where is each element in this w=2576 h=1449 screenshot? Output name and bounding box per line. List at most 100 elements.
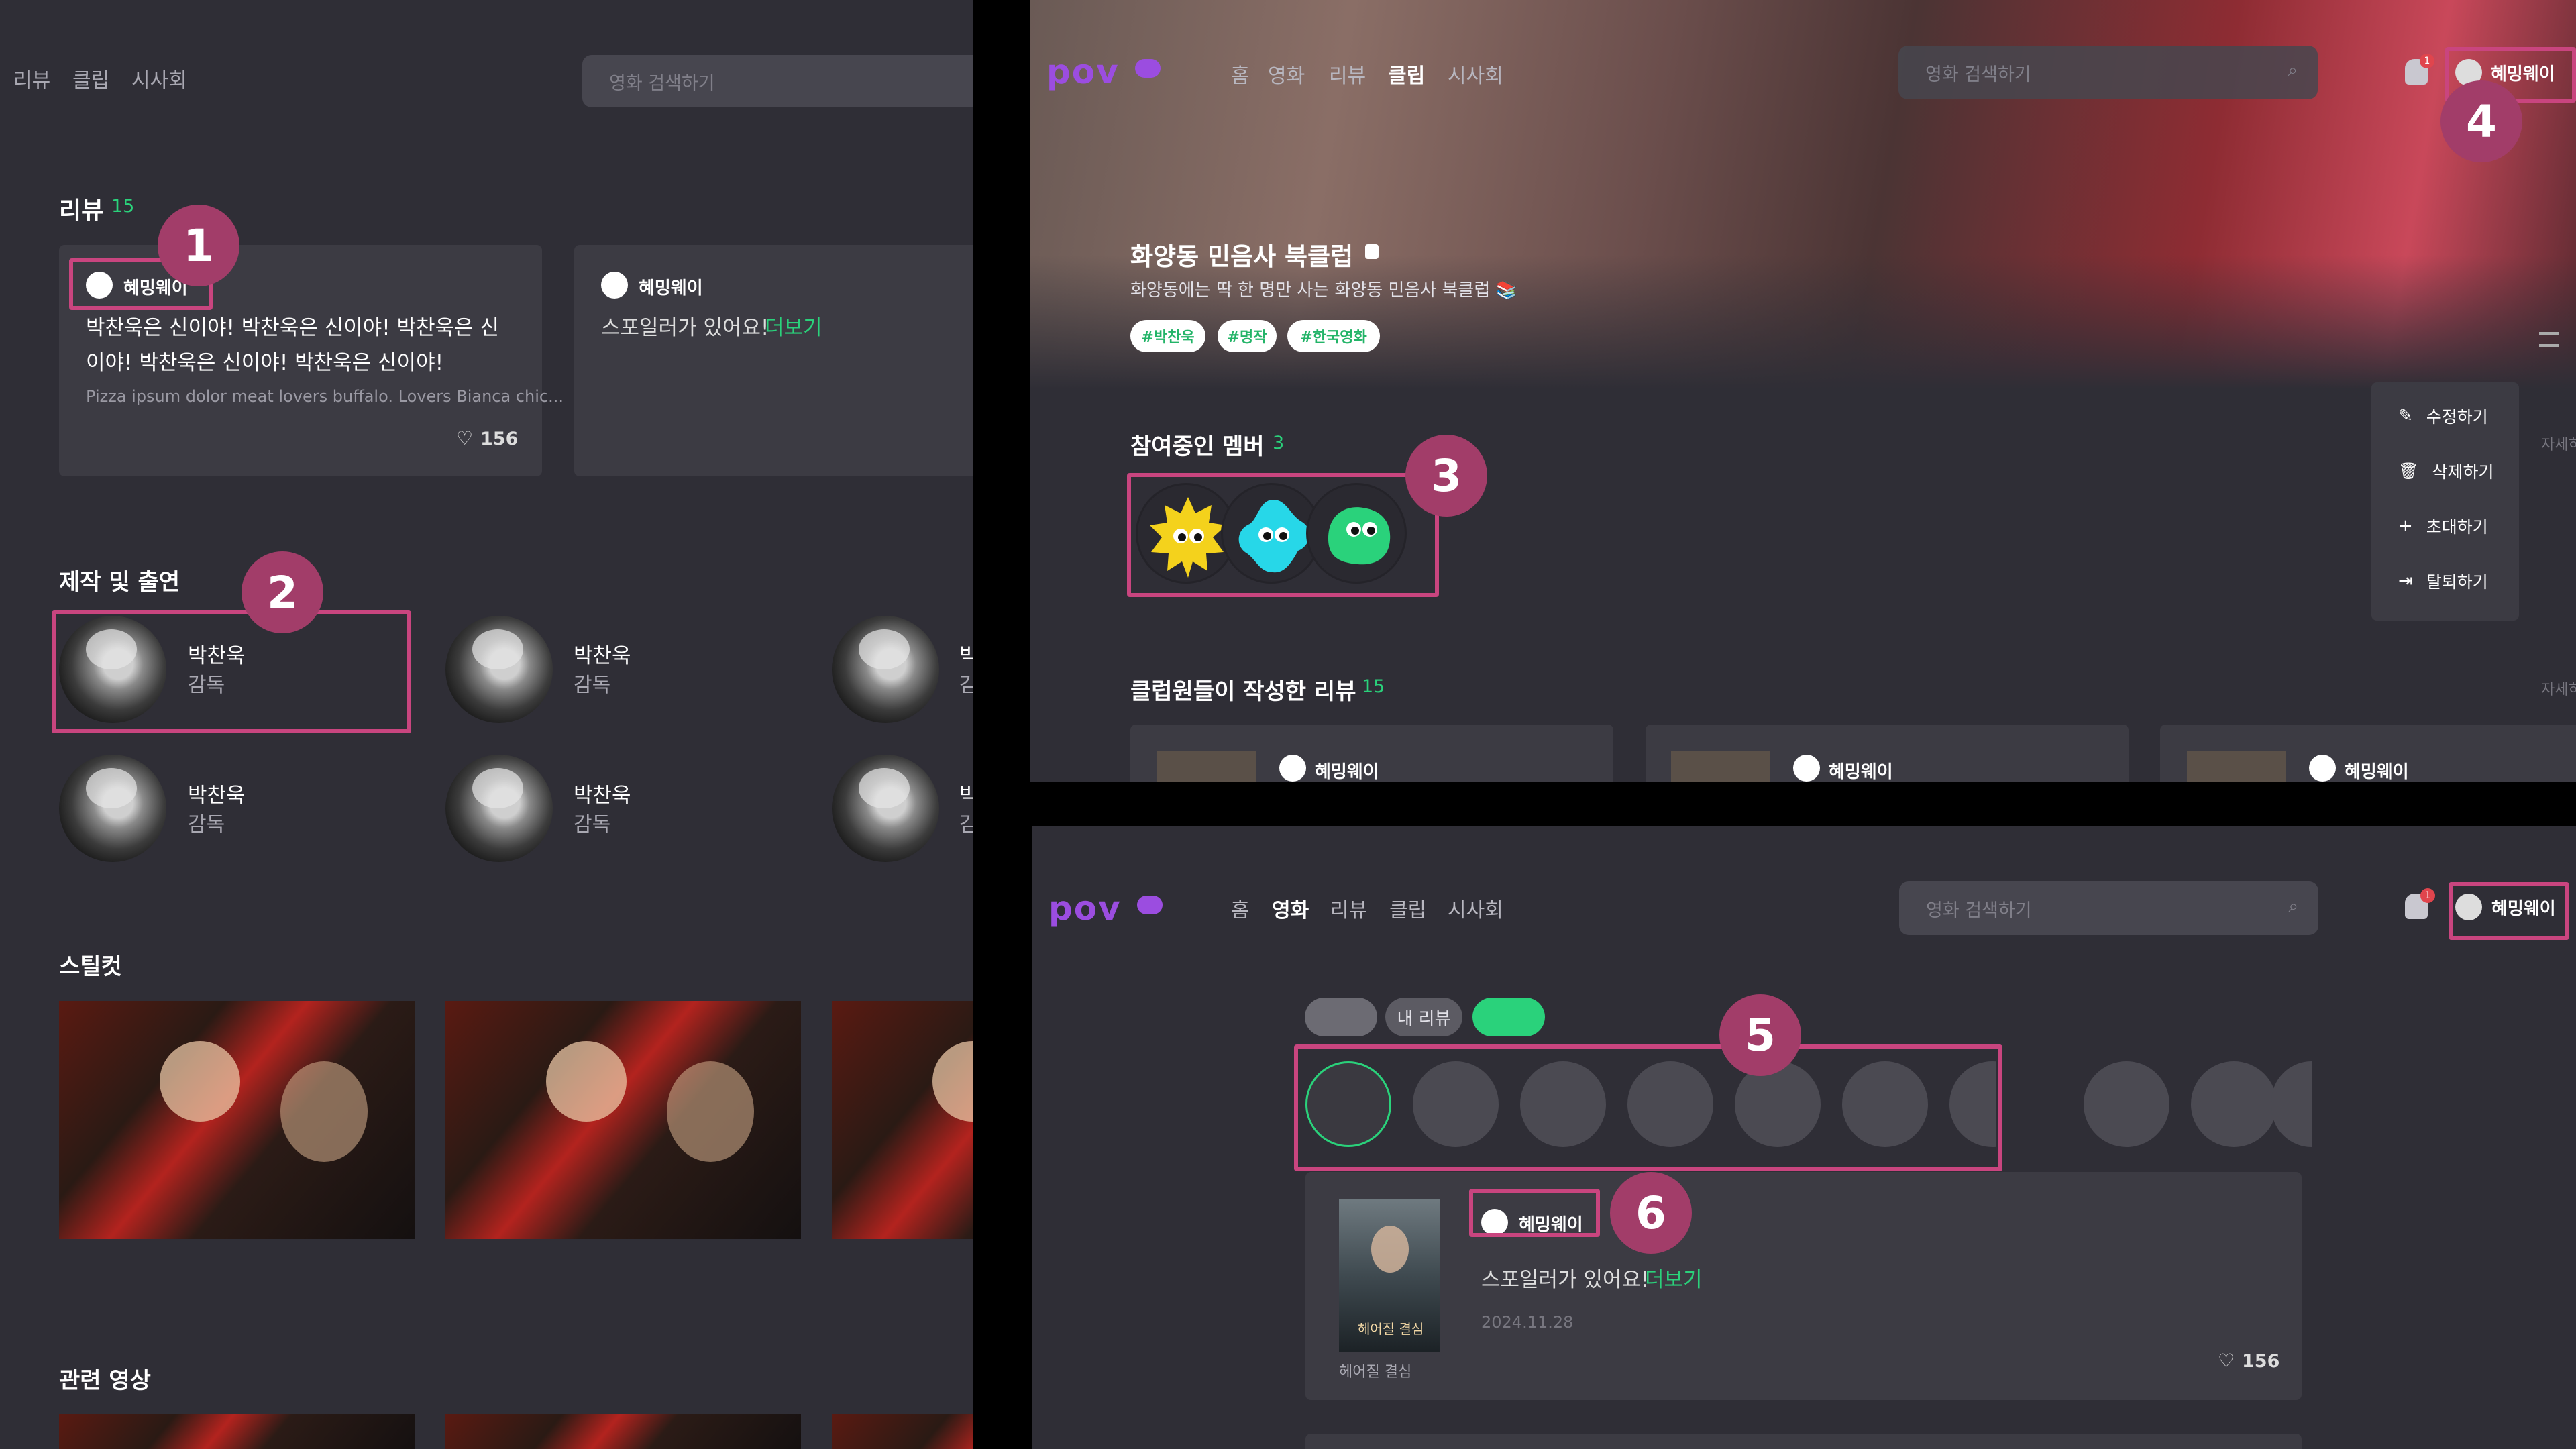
spoiler-text: 스포일러가 있어요!	[601, 316, 769, 340]
more-link[interactable]: 자세히	[2541, 433, 2576, 454]
search-input[interactable]: 영화 검색하기 ⌕	[1898, 46, 2318, 99]
club-description: 화양동에는 딱 한 명만 사는 화양동 민음사 북클럽 📚	[1130, 280, 1517, 301]
logo[interactable]: pov	[1049, 889, 1122, 928]
person-name[interactable]: 박	[959, 639, 973, 669]
nav-movies[interactable]: 영화	[1268, 59, 1305, 89]
person-name[interactable]: 박찬욱	[574, 778, 631, 808]
tag-chip[interactable]: #한국영화	[1287, 320, 1380, 352]
still-image[interactable]	[445, 1001, 801, 1239]
nav-clips[interactable]: 클립	[72, 64, 109, 93]
person-photo[interactable]	[832, 755, 939, 862]
menu-label: 탈퇴하기	[2426, 572, 2488, 592]
leave-menu-item[interactable]: ⇥ 탈퇴하기	[2398, 561, 2488, 601]
poster-thumbnail	[2187, 751, 2286, 782]
review-card[interactable]: 헤어질 결심 헤어질 결심 혜밍웨이 스포일러가 있어요! 더보기 2024.1…	[1305, 1172, 2302, 1400]
delete-menu-item[interactable]: 🗑 삭제하기	[2398, 451, 2493, 491]
review-user[interactable]: 혜밍웨이	[2345, 758, 2409, 782]
step-badge: 2	[241, 551, 323, 633]
filter-chip[interactable]	[1305, 998, 1377, 1036]
person-name[interactable]: 박	[959, 778, 973, 808]
nav-home[interactable]: 홈	[1231, 894, 1250, 923]
person-role: 감독	[188, 813, 225, 837]
person-role: 감독	[574, 813, 611, 837]
club-menu: ✎ 수정하기 🗑 삭제하기 + 초대하기 ⇥ 탈퇴하기	[2371, 382, 2519, 621]
video-thumbnail[interactable]	[59, 1414, 415, 1449]
more-link[interactable]: 더보기	[765, 311, 822, 341]
heart-icon[interactable]: ♡	[456, 427, 473, 449]
highlight-box	[1294, 1044, 2002, 1171]
club-review-card[interactable]: 혜밍웨이	[1130, 724, 1613, 782]
nav-screenings[interactable]: 시사회	[1448, 59, 1503, 89]
logo-icon	[1137, 896, 1163, 914]
club-detail-panel: pov 홈 영화 리뷰 클립 시사회 영화 검색하기 ⌕ 1 혜밍웨이 4 화양동…	[1030, 0, 2576, 782]
plus-icon: +	[2398, 516, 2413, 536]
heart-icon[interactable]: ♡	[2218, 1350, 2235, 1372]
nav-reviews[interactable]: 리뷰	[1329, 59, 1366, 89]
club-review-card[interactable]: 혜밍웨이	[2160, 724, 2576, 782]
lock-icon	[1365, 244, 1379, 259]
spoiler-text: 스포일러가 있어요!	[1481, 1268, 1650, 1292]
search-icon[interactable]: ⌕	[2288, 60, 2298, 81]
more-link[interactable]: 자세히	[2541, 678, 2576, 699]
nav-home[interactable]: 홈	[1231, 59, 1250, 89]
logo[interactable]: pov	[1046, 52, 1120, 91]
related-videos-title: 관련 영상	[59, 1367, 151, 1394]
search-input[interactable]: 영화 검색하기 ⌕	[1899, 881, 2318, 935]
nav-screenings[interactable]: 시사회	[1448, 894, 1503, 923]
poster-title: 헤어질 결심	[1358, 1321, 1424, 1337]
review-user[interactable]: 혜밍웨이	[639, 274, 703, 299]
nav-movies[interactable]: 영화	[1272, 894, 1309, 923]
members-count: 3	[1273, 433, 1285, 453]
video-thumbnail[interactable]	[832, 1414, 973, 1449]
video-thumbnail[interactable]	[445, 1414, 801, 1449]
tag-chip[interactable]: #박찬욱	[1130, 320, 1205, 352]
members-title: 참여중인 멤버	[1130, 433, 1265, 460]
poster-image[interactable]: 헤어질 결심	[1339, 1199, 1440, 1352]
cast-title: 제작 및 출연	[59, 569, 180, 596]
still-image[interactable]	[832, 1001, 973, 1239]
step-badge: 4	[2440, 80, 2522, 162]
poster-thumbnail	[1671, 751, 1770, 782]
search-icon[interactable]: ⌕	[2288, 896, 2298, 917]
club-review-card[interactable]: 혜밍웨이	[1646, 724, 2129, 782]
avatar-option[interactable]	[2084, 1061, 2169, 1147]
review-user[interactable]: 혜밍웨이	[1315, 758, 1379, 782]
nav-screenings[interactable]: 시사회	[131, 64, 187, 93]
poster-thumbnail	[1157, 751, 1256, 782]
nav-reviews[interactable]: 리뷰	[1330, 894, 1367, 923]
nav-clips[interactable]: 클립	[1388, 59, 1425, 89]
person-photo[interactable]	[445, 616, 553, 723]
still-image[interactable]	[59, 1001, 415, 1239]
review-date: 2024.11.28	[1481, 1313, 1574, 1332]
person-photo[interactable]	[445, 755, 553, 862]
person-name[interactable]: 박찬욱	[188, 778, 246, 808]
edit-menu-item[interactable]: ✎ 수정하기	[2398, 396, 2488, 436]
review-text: 박찬욱은 신이야! 박찬욱은 신이야! 박찬욱은 신이야! 박찬욱은 신이야! …	[86, 316, 500, 375]
filter-chip-active[interactable]	[1472, 998, 1545, 1036]
avatar-option[interactable]	[2191, 1061, 2277, 1147]
nav-clips[interactable]: 클립	[1389, 894, 1426, 923]
person-photo[interactable]	[832, 616, 939, 723]
club-reviews-count: 15	[1362, 676, 1385, 697]
poster-face	[1371, 1226, 1409, 1273]
tag-chip[interactable]: #명작	[1218, 320, 1277, 352]
highlight-box	[52, 610, 411, 733]
search-input[interactable]: 영화 검색하기	[582, 55, 973, 107]
nav-reviews[interactable]: 리뷰	[13, 64, 50, 93]
review-card[interactable]: 혜밍웨이 스포일러가 있어요! 더보기	[574, 245, 973, 476]
my-review-filter-chip[interactable]: 내 리뷰	[1385, 998, 1462, 1036]
menu-label: 수정하기	[2426, 407, 2488, 427]
person-name[interactable]: 박찬욱	[574, 639, 631, 669]
search-placeholder: 영화 검색하기	[609, 72, 715, 94]
review-card[interactable]	[1305, 1434, 2302, 1449]
avatar-option[interactable]	[2271, 1061, 2312, 1147]
like-count: 156	[2242, 1351, 2280, 1372]
review-user[interactable]: 혜밍웨이	[1829, 758, 1893, 782]
avatar	[601, 272, 628, 299]
hamburger-icon[interactable]	[2539, 332, 2559, 347]
person-role: 감	[959, 674, 973, 697]
more-link[interactable]: 더보기	[1645, 1263, 1703, 1293]
trash-icon: 🗑	[2398, 462, 2419, 480]
person-photo[interactable]	[59, 755, 166, 862]
invite-menu-item[interactable]: + 초대하기	[2398, 506, 2488, 546]
